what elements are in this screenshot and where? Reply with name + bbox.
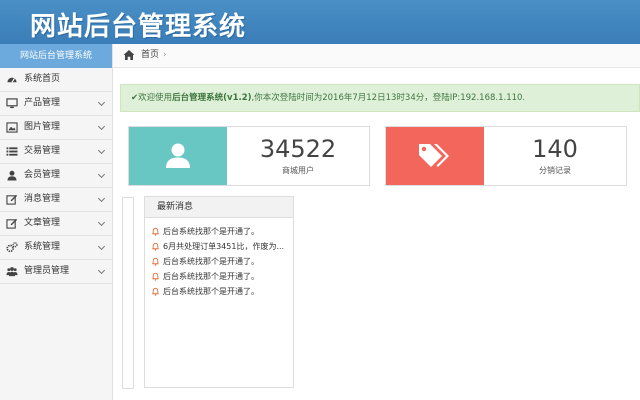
chevron-down-icon — [97, 98, 106, 107]
sidebar-item-messages[interactable]: 消息管理 — [0, 188, 112, 212]
sidebar-item-label: 消息管理 — [24, 194, 61, 204]
stat-value: 34522 — [259, 135, 337, 163]
sidebar-item-label: 图片管理 — [24, 122, 61, 132]
user-icon — [166, 143, 190, 168]
chevron-down-icon — [97, 218, 106, 227]
list-item[interactable]: 后台系统找那个是开通了。 — [145, 284, 293, 299]
chevron-down-icon — [97, 194, 106, 203]
list-item[interactable]: 后台系统找那个是开通了。 — [145, 224, 293, 239]
list-item[interactable]: 6月共处理订单3451比，作废为... — [145, 239, 293, 254]
alert-ip-label: ，登陆IP: — [424, 93, 461, 103]
stat-label: 商城用户 — [282, 166, 314, 175]
bell-icon — [152, 227, 159, 236]
alert-version: (v1.2) — [223, 93, 252, 103]
panel-title: 最新消息 — [145, 197, 293, 218]
image-icon — [6, 122, 18, 133]
chevron-down-icon — [97, 122, 106, 131]
bell-icon — [152, 257, 159, 266]
sidebar-item-label: 管理员管理 — [24, 266, 70, 276]
alert-system-name: 后台管理系统 — [172, 93, 224, 103]
sidebar-item-articles[interactable]: 文章管理 — [0, 212, 112, 236]
alert-mid-text: ,你本次登陆时间为 — [251, 93, 323, 103]
chevron-down-icon — [97, 266, 106, 275]
sidebar-item-admins[interactable]: 管理员管理 — [0, 260, 112, 284]
sidebar-title: 网站后台管理系统 — [0, 44, 112, 68]
bell-icon — [152, 287, 159, 296]
sidebar-item-home[interactable]: 系统首页 — [0, 68, 112, 92]
stat-icon-box — [129, 127, 227, 185]
app-title: 网站后台管理系统 — [30, 12, 247, 42]
edit-icon — [6, 194, 18, 205]
sidebar-item-label: 产品管理 — [24, 98, 61, 108]
message-text: 后台系统找那个是开通了。 — [163, 272, 259, 281]
chevron-down-icon — [97, 170, 106, 179]
gears-icon — [6, 242, 18, 253]
sidebar-item-label: 文章管理 — [24, 218, 61, 228]
stat-card-users[interactable]: 34522 商城用户 — [128, 126, 370, 186]
sidebar: 网站后台管理系统 系统首页 产品管理 图片管理 交易管理 会员管理 消息管理 文… — [0, 44, 113, 400]
breadcrumb: 首页 › — [113, 44, 640, 68]
breadcrumb-separator: › — [163, 50, 167, 60]
sidebar-item-system[interactable]: 系统管理 — [0, 236, 112, 260]
stat-label: 分销记录 — [539, 166, 571, 175]
latest-messages-panel: 最新消息 后台系统找那个是开通了。 6月共处理订单3451比，作废为... 后台… — [144, 196, 294, 388]
tags-icon — [419, 144, 449, 167]
top-header: 网站后台管理系统 — [0, 0, 640, 44]
message-text: 6月共处理订单3451比，作废为... — [163, 242, 285, 251]
list-item[interactable]: 后台系统找那个是开通了。 — [145, 269, 293, 284]
users-icon — [6, 267, 18, 277]
breadcrumb-home-link[interactable]: 首页 — [141, 44, 159, 67]
alert-prefix: 欢迎使用 — [138, 93, 173, 103]
list-item[interactable]: 后台系统找那个是开通了。 — [145, 254, 293, 269]
home-icon — [123, 50, 135, 60]
message-text: 后台系统找那个是开通了。 — [163, 227, 259, 236]
sidebar-item-images[interactable]: 图片管理 — [0, 116, 112, 140]
sidebar-item-members[interactable]: 会员管理 — [0, 164, 112, 188]
monitor-icon — [6, 98, 18, 109]
stat-value: 140 — [532, 135, 578, 163]
bell-icon — [152, 272, 159, 281]
alert-ip: 192.168.1.110. — [460, 93, 526, 103]
list-icon — [6, 147, 18, 156]
edit-icon — [6, 218, 18, 229]
chevron-down-icon — [97, 242, 106, 251]
alert-login-time: 2016年7月12日13时34分 — [322, 93, 425, 103]
dashboard-icon — [7, 77, 17, 83]
chevron-down-icon — [97, 146, 106, 155]
sidebar-item-label: 交易管理 — [24, 146, 61, 156]
user-icon — [7, 170, 17, 181]
sidebar-item-products[interactable]: 产品管理 — [0, 92, 112, 116]
welcome-alert: ✔欢迎使用后台管理系统(v1.2),你本次登陆时间为2016年7月12日13时3… — [120, 84, 640, 112]
side-panel — [122, 197, 134, 389]
message-text: 后台系统找那个是开通了。 — [163, 287, 259, 296]
message-text: 后台系统找那个是开通了。 — [163, 257, 259, 266]
stat-card-distribution[interactable]: 140 分销记录 — [385, 126, 627, 186]
stat-icon-box — [386, 127, 484, 185]
sidebar-item-trades[interactable]: 交易管理 — [0, 140, 112, 164]
bell-icon — [152, 242, 159, 251]
sidebar-item-label: 系统管理 — [24, 242, 61, 252]
sidebar-item-label: 会员管理 — [24, 170, 61, 180]
sidebar-item-label: 系统首页 — [24, 74, 61, 84]
